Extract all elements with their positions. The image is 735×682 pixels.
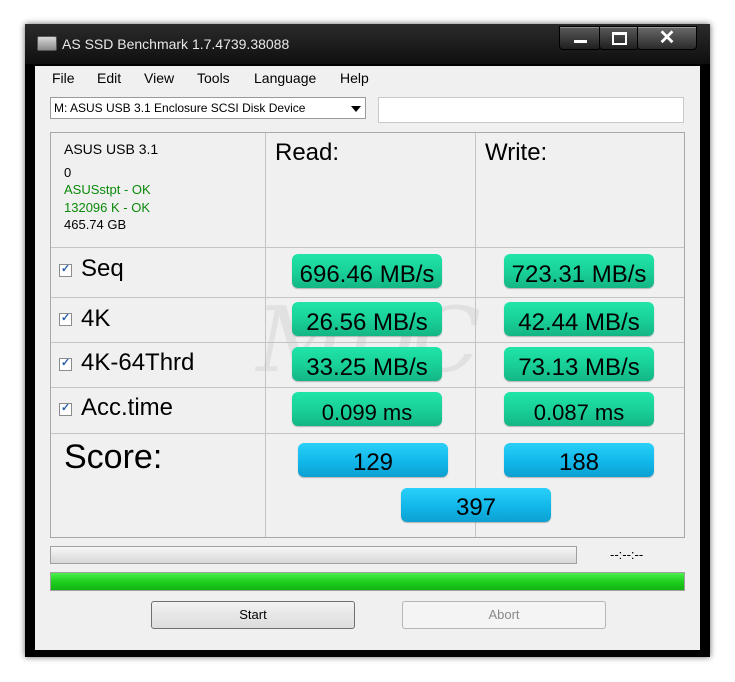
grid-divider [51,247,684,248]
client-area: File Edit View Tools Language Help M: AS… [35,66,700,650]
minimize-icon [574,40,587,43]
4k64-write-value: 73.13 MB/s [504,347,654,381]
write-header: Write: [485,139,548,166]
menu-language[interactable]: Language [254,70,316,86]
abort-button[interactable]: Abort [402,601,606,629]
seq-checkbox[interactable] [59,262,72,277]
menu-tools[interactable]: Tools [197,70,230,86]
menu-view[interactable]: View [144,70,174,86]
4k64-label: 4K-64Thrd [81,349,195,376]
grid-divider [51,433,684,434]
grid-divider [51,297,684,298]
drive-icon [37,36,57,51]
close-button[interactable]: ✕ [637,26,697,50]
4k-checkbox[interactable] [59,311,72,326]
acctime-read-value: 0.099 ms [292,392,442,426]
device-driver-status: ASUSstpt - OK [64,182,151,197]
grid-divider [51,342,684,343]
results-grid: MDC ASUS USB 3.1 0 ASUSstpt - OK 132096 … [50,132,685,538]
device-model: ASUS USB 3.1 [64,141,159,157]
device-alignment-status: 132096 K - OK [64,200,150,215]
drive-extra-field[interactable] [378,97,684,123]
4k-write-value: 42.44 MB/s [504,302,654,336]
menu-file[interactable]: File [52,70,75,86]
elapsed-timer: --:--:-- [610,547,644,562]
acctime-label: Acc.time [81,394,174,421]
drive-dropdown[interactable]: M: ASUS USB 3.1 Enclosure SCSI Disk Devi… [50,97,366,119]
acctime-write-value: 0.087 ms [504,392,654,426]
score-read: 129 [298,443,448,477]
overall-progress-fill [51,573,684,590]
acctime-checkbox[interactable] [59,401,72,416]
seq-write-value: 723.31 MB/s [504,254,654,288]
start-button[interactable]: Start [151,601,355,629]
score-label: Score: [64,438,163,476]
grid-divider [51,387,684,388]
4k64-checkbox[interactable] [59,356,72,371]
drive-dropdown-value: M: ASUS USB 3.1 Enclosure SCSI Disk Devi… [54,101,306,115]
maximize-button[interactable] [599,26,639,50]
menu-help[interactable]: Help [340,70,369,86]
score-total: 397 [401,488,551,522]
4k-read-value: 26.56 MB/s [292,302,442,336]
title-bar[interactable]: AS SSD Benchmark 1.7.4739.38088 ✕ [25,24,710,64]
score-write: 188 [504,443,654,477]
maximize-icon [612,32,627,45]
4k64-read-value: 33.25 MB/s [292,347,442,381]
minimize-button[interactable] [559,26,601,50]
seq-label: Seq [81,255,124,282]
chevron-down-icon [351,106,361,112]
overall-progress-bar [50,572,685,591]
grid-divider [265,133,266,537]
read-header: Read: [275,139,340,166]
device-size: 465.74 GB [64,217,127,232]
menu-edit[interactable]: Edit [97,70,121,86]
app-window: AS SSD Benchmark 1.7.4739.38088 ✕ File E… [25,24,710,657]
grid-divider [475,133,476,537]
seq-read-value: 696.46 MB/s [292,254,442,288]
menu-bar: File Edit View Tools Language Help [35,66,700,90]
4k-label: 4K [81,305,111,332]
device-firmware: 0 [64,165,72,180]
test-progress-bar [50,546,577,564]
window-title: AS SSD Benchmark 1.7.4739.38088 [62,36,290,52]
close-icon: ✕ [658,27,676,49]
